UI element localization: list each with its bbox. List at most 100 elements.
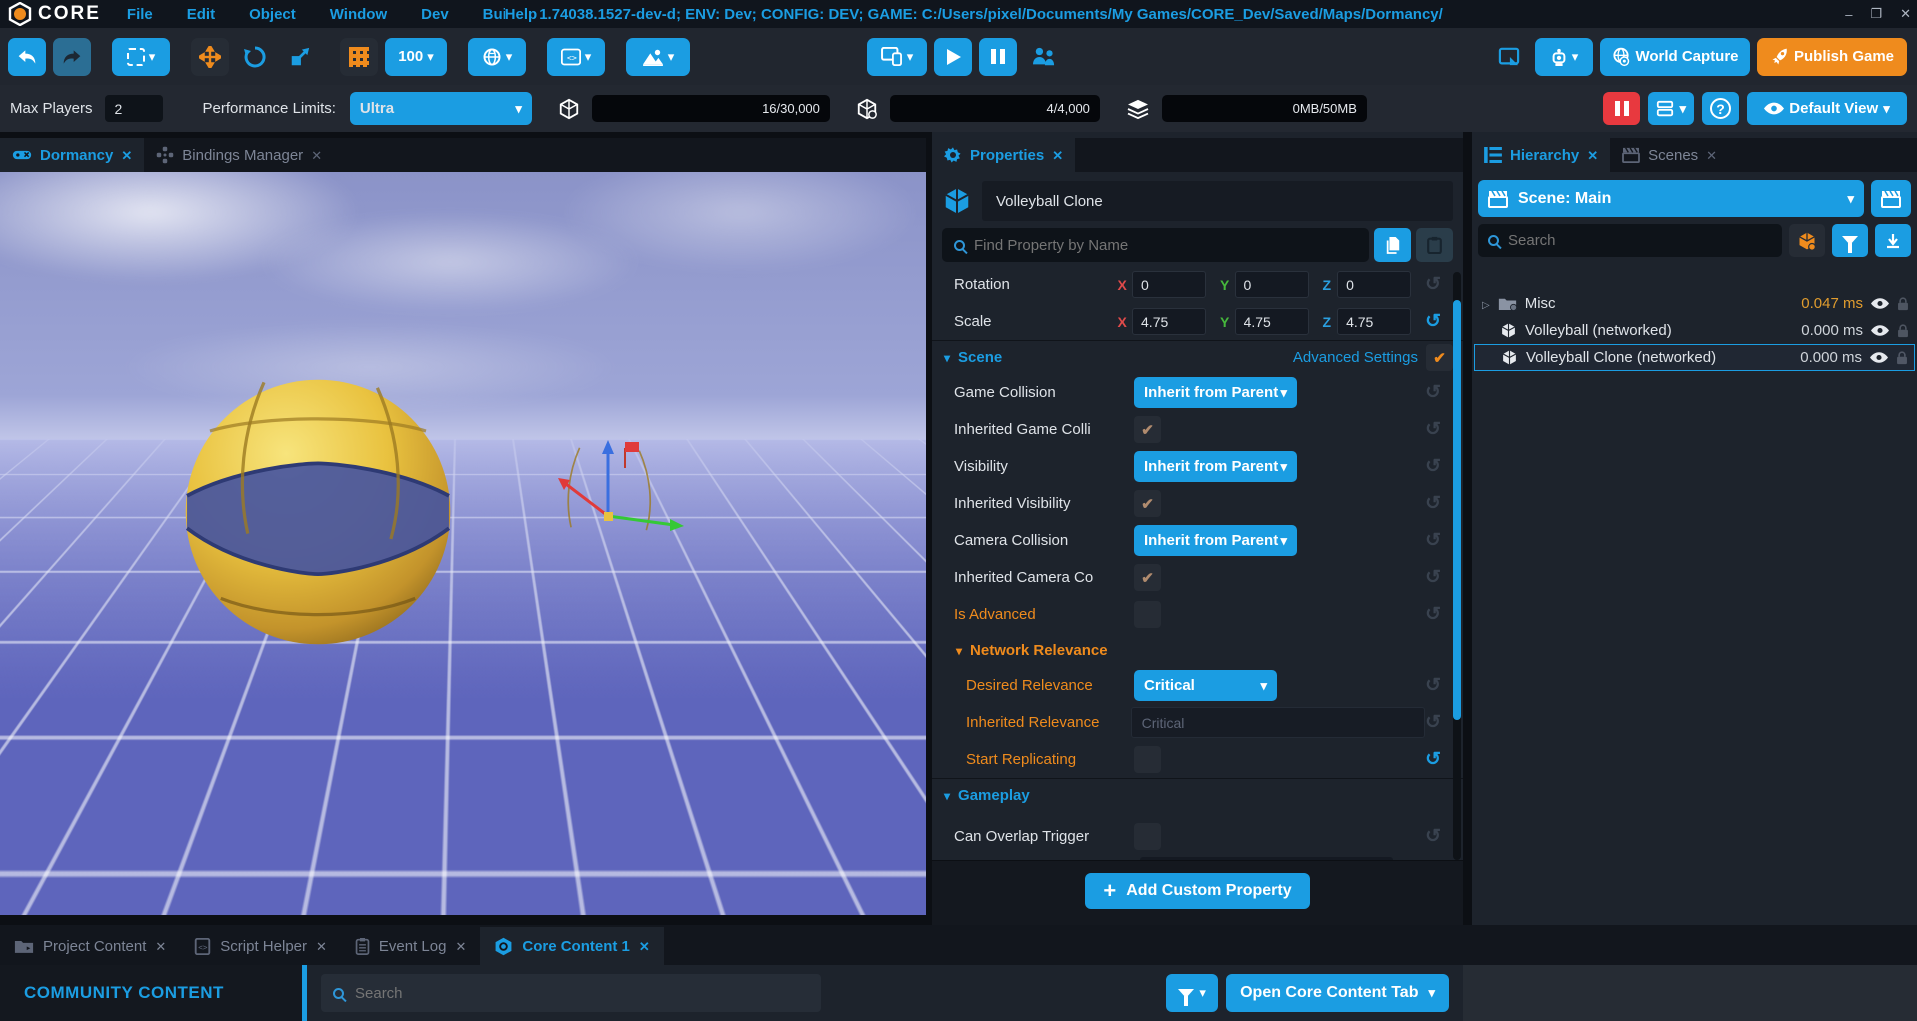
close-button[interactable]: ✕ [1900, 6, 1911, 22]
menu-dev[interactable]: Dev [421, 6, 449, 23]
reset-icon[interactable] [1425, 273, 1441, 296]
inherited-game-collision-checkbox[interactable] [1134, 416, 1161, 443]
scale-tool-button[interactable] [281, 38, 319, 76]
multiplayer-preview-button[interactable] [1024, 38, 1064, 76]
section-scene[interactable]: Scene Advanced Settings [932, 340, 1463, 374]
desired-relevance-dropdown[interactable]: Critical [1134, 670, 1277, 701]
hierarchy-search-input[interactable] [1478, 224, 1782, 257]
tab-dormancy[interactable]: Dormancy [0, 138, 144, 172]
reset-icon[interactable] [1425, 418, 1441, 441]
close-icon[interactable] [155, 938, 166, 955]
scene-selector-dropdown[interactable]: Scene: Main [1478, 180, 1864, 217]
lock-icon[interactable] [1897, 297, 1909, 311]
tab-hierarchy[interactable]: Hierarchy [1472, 138, 1610, 172]
hierarchy-row-volleyball-clone[interactable]: Volleyball Clone (networked) 0.000 ms [1474, 344, 1915, 371]
advanced-settings-toggle[interactable]: Advanced Settings [1293, 344, 1453, 371]
tab-script-helper[interactable]: <> Script Helper [180, 927, 341, 965]
can-overlap-triggers-checkbox[interactable] [1134, 823, 1161, 850]
paste-properties-button[interactable] [1416, 228, 1453, 262]
is-advanced-checkbox[interactable] [1134, 601, 1161, 628]
tab-core-content-1[interactable]: Core Content 1 [480, 927, 663, 965]
reset-icon[interactable] [1425, 310, 1441, 333]
lock-icon[interactable] [1896, 351, 1908, 365]
properties-scrollbar[interactable] [1453, 272, 1461, 860]
perf-pause-button[interactable] [1603, 92, 1640, 125]
select-mode-dropdown[interactable] [112, 38, 170, 76]
find-property-input[interactable] [942, 228, 1369, 262]
reset-icon[interactable] [1425, 603, 1441, 626]
game-collision-dropdown[interactable]: Inherit from Parent [1134, 377, 1297, 408]
pause-button[interactable] [979, 38, 1017, 76]
undo-button[interactable] [8, 38, 46, 76]
world-space-dropdown[interactable] [468, 38, 526, 76]
scale-x-input[interactable] [1132, 308, 1206, 335]
viewport-3d-scene[interactable] [0, 172, 926, 915]
reset-icon[interactable] [1425, 529, 1441, 552]
scale-z-input[interactable] [1337, 308, 1411, 335]
close-icon[interactable] [121, 147, 132, 164]
lock-icon[interactable] [1897, 324, 1909, 338]
eye-icon[interactable] [1871, 298, 1889, 309]
storage-dropdown[interactable] [1648, 92, 1694, 125]
hierarchy-row-volleyball[interactable]: Volleyball (networked) 0.000 ms [1474, 317, 1915, 344]
hierarchy-filter-button[interactable] [1832, 224, 1868, 257]
move-tool-button[interactable] [191, 38, 229, 76]
maximize-button[interactable]: ❐ [1870, 6, 1882, 22]
pop-out-viewport-button[interactable] [1490, 38, 1528, 76]
tab-event-log[interactable]: Event Log [341, 927, 480, 965]
grid-snap-button[interactable] [340, 38, 378, 76]
reset-icon[interactable] [1425, 492, 1441, 515]
eye-icon[interactable] [1871, 325, 1889, 336]
reset-icon[interactable] [1425, 825, 1441, 848]
advanced-settings-checkbox[interactable] [1426, 344, 1453, 371]
content-search-input[interactable] [321, 974, 821, 1012]
reset-icon[interactable] [1425, 566, 1441, 589]
help-button[interactable]: ? [1702, 92, 1739, 125]
tab-project-content[interactable]: Project Content [0, 927, 180, 965]
device-preview-dropdown[interactable] [867, 38, 927, 76]
expand-icon[interactable] [1482, 295, 1490, 312]
terrain-dropdown[interactable] [626, 38, 690, 76]
redo-button[interactable] [53, 38, 91, 76]
camera-collision-dropdown[interactable]: Inherit from Parent [1134, 525, 1297, 556]
open-scenes-button[interactable] [1871, 180, 1911, 217]
reset-icon[interactable] [1425, 711, 1441, 734]
open-core-content-tab-button[interactable]: Open Core Content Tab [1226, 974, 1449, 1012]
menu-object[interactable]: Object [249, 6, 296, 23]
community-content-header[interactable]: COMMUNITY CONTENT [0, 965, 302, 1021]
rotation-x-input[interactable] [1132, 271, 1206, 298]
start-replicating-checkbox[interactable] [1134, 746, 1161, 773]
close-icon[interactable] [1587, 147, 1598, 164]
show-assets-button[interactable] [1789, 224, 1825, 257]
snap-size-dropdown[interactable]: 100 [385, 38, 447, 76]
menu-file[interactable]: File [127, 6, 153, 23]
rotation-y-input[interactable] [1235, 271, 1309, 298]
object-name-input[interactable] [982, 181, 1453, 221]
world-capture-button[interactable]: World Capture [1600, 38, 1750, 76]
menu-window[interactable]: Window [330, 6, 387, 23]
inherited-visibility-checkbox[interactable] [1134, 490, 1161, 517]
publish-game-button[interactable]: Publish Game [1757, 38, 1907, 76]
scrollbar-thumb[interactable] [1453, 300, 1461, 720]
close-icon[interactable] [455, 938, 466, 955]
tab-bindings-manager[interactable]: Bindings Manager [144, 138, 334, 172]
menu-help[interactable]: Help [505, 6, 538, 23]
rotate-tool-button[interactable] [236, 38, 274, 76]
close-icon[interactable] [639, 938, 650, 955]
section-network-relevance[interactable]: Network Relevance [932, 633, 1463, 667]
max-players-input[interactable] [105, 95, 163, 122]
screen-mode-dropdown[interactable]: <> [547, 38, 605, 76]
play-button[interactable] [934, 38, 972, 76]
performance-limits-dropdown[interactable]: Ultra [350, 92, 532, 125]
scale-y-input[interactable] [1235, 308, 1309, 335]
transform-gizmo[interactable] [528, 428, 688, 588]
menu-build[interactable]: Build [483, 6, 505, 23]
rotation-z-input[interactable] [1337, 271, 1411, 298]
section-gameplay[interactable]: Gameplay [932, 778, 1463, 812]
close-icon[interactable] [316, 938, 327, 955]
reset-icon[interactable] [1425, 674, 1441, 697]
reset-icon[interactable] [1425, 381, 1441, 404]
reset-icon[interactable] [1425, 748, 1441, 771]
reset-icon[interactable] [1425, 455, 1441, 478]
visibility-dropdown[interactable]: Inherit from Parent [1134, 451, 1297, 482]
